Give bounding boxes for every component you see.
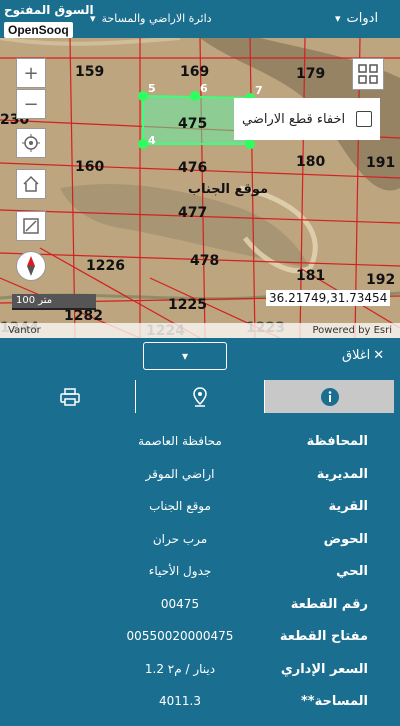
- attr-label: رقم القطعة: [290, 596, 368, 612]
- attr-value: اراضي الموقر: [145, 466, 215, 481]
- parcel-label: 169: [180, 64, 210, 80]
- attr-label: الحوض: [323, 531, 368, 547]
- hide-parcels-toggle[interactable]: اخفاء قطع الاراضي: [234, 98, 380, 140]
- tools-menu[interactable]: ▾ ادوات: [335, 11, 378, 26]
- parcel-label: 180: [296, 154, 326, 170]
- hide-parcels-label: اخفاء قطع الاراضي: [242, 111, 346, 127]
- attr-row: المديرية اراضي الموقر: [0, 459, 400, 492]
- vertex-label: 5: [148, 82, 156, 95]
- chevron-down-icon: ▾: [335, 12, 341, 25]
- attr-row: القرية موقع الجناب: [0, 491, 400, 524]
- parcel-label: 159: [75, 64, 105, 80]
- locate-button[interactable]: [16, 128, 46, 158]
- attr-label: القرية: [328, 499, 368, 514]
- attr-row: **المساحة 4011.3: [0, 686, 400, 719]
- attr-value: جدول الأحياء: [148, 564, 212, 578]
- attr-row: الحوض مرب حران: [0, 524, 400, 557]
- location-pin-icon: [193, 386, 207, 407]
- chevron-down-icon: ▾: [181, 349, 189, 363]
- parcel-label: 478: [190, 253, 220, 269]
- compass-button[interactable]: [16, 251, 46, 281]
- parcel-info-panel: ▾ اغلاق ✕ المحافظة محافظة العاصمة المديري…: [0, 338, 400, 726]
- attr-label: **المساحة: [300, 694, 368, 709]
- attr-row: مفتاح القطعة 00550020000475: [0, 621, 400, 654]
- department-menu[interactable]: ▾ دائرة الاراضي والمساحة: [90, 12, 212, 25]
- close-icon: ✕: [373, 348, 385, 363]
- attr-label: المديرية: [316, 466, 368, 482]
- print-icon: [60, 387, 81, 406]
- compass-icon: [27, 256, 35, 276]
- parcel-label: 181: [296, 268, 326, 284]
- attribution-bar: Vantor Powered by Esri: [0, 323, 400, 338]
- vertex-label: 7: [255, 84, 263, 97]
- parcel-label: 191: [366, 155, 396, 171]
- attr-row: الحي جدول الأحياء: [0, 556, 400, 589]
- plus-icon: +: [23, 62, 39, 84]
- layers-button[interactable]: [352, 58, 384, 90]
- attribution-left: Vantor: [8, 325, 41, 336]
- close-label: اغلاق: [342, 348, 371, 363]
- collapse-button[interactable]: ▾: [143, 342, 227, 370]
- top-bar: ▾ ادوات ▾ دائرة الاراضي والمساحة السوق ا…: [0, 0, 400, 38]
- parcel-label: 179: [296, 66, 326, 82]
- minus-icon: −: [23, 93, 39, 115]
- attr-value: 1.2 دينار / م٢: [144, 661, 216, 676]
- attr-label: المحافظة: [306, 434, 368, 449]
- measure-button[interactable]: [16, 211, 46, 241]
- vertex-label: 6: [200, 82, 208, 95]
- attr-row: رقم القطعة 00475: [0, 589, 400, 622]
- attr-value: محافظة العاصمة: [138, 434, 222, 448]
- info-icon: [320, 387, 339, 406]
- panel-tabs: [6, 380, 395, 413]
- tab-print[interactable]: [6, 380, 136, 413]
- close-button[interactable]: اغلاق ✕: [342, 348, 384, 363]
- watermark-logo: OpenSooq: [4, 22, 73, 38]
- measure-icon: [23, 218, 39, 234]
- tab-location[interactable]: [136, 380, 266, 413]
- parcel-label: 1226: [86, 258, 125, 274]
- scale-bar: 100 متر: [12, 294, 96, 310]
- parcel-label: 160: [75, 159, 105, 175]
- map-view[interactable]: 159 169 179 230 475 160 476 180 191 477 …: [0, 38, 400, 338]
- tab-info[interactable]: [265, 380, 395, 413]
- home-icon: [23, 175, 39, 192]
- attr-label: السعر الإداري: [280, 661, 368, 677]
- attr-value: مرب حران: [152, 531, 208, 546]
- coordinates-readout: 36.21749,31.73454: [266, 290, 391, 306]
- hide-parcels-checkbox[interactable]: [356, 111, 372, 127]
- attribution-right[interactable]: Powered by Esri: [312, 325, 392, 336]
- selected-parcel-label: 475: [178, 116, 208, 132]
- parcel-label: 1282: [64, 308, 103, 324]
- attr-row: السعر الإداري 1.2 دينار / م٢: [0, 654, 400, 687]
- watermark-arabic: السوق المفتوح: [4, 3, 94, 17]
- parcel-label: 476: [178, 160, 208, 176]
- parcel-label: 477: [178, 205, 208, 221]
- attr-row: المحافظة محافظة العاصمة: [0, 426, 400, 459]
- department-label: دائرة الاراضي والمساحة: [101, 12, 212, 25]
- home-button[interactable]: [16, 169, 46, 199]
- zoom-out-button[interactable]: −: [16, 89, 46, 119]
- grid-layers-icon: [358, 64, 378, 84]
- attr-value: موقع الجناب: [149, 499, 211, 513]
- attr-value: 00475: [160, 596, 200, 611]
- zoom-in-button[interactable]: +: [16, 58, 46, 88]
- tools-label: ادوات: [346, 11, 379, 26]
- parcel-label: 1225: [168, 297, 207, 313]
- parcel-attributes: المحافظة محافظة العاصمة المديرية اراضي الم…: [0, 426, 400, 719]
- crosshair-icon: [22, 134, 40, 152]
- attr-value: 00550020000475: [126, 629, 234, 643]
- attr-label: مفتاح القطعة: [279, 629, 368, 644]
- attr-label: الحي: [336, 564, 368, 579]
- site-name-label: موقع الجناب: [188, 182, 269, 197]
- vertex-label: 4: [148, 134, 156, 147]
- parcel-label: 192: [366, 272, 396, 288]
- attr-value: 4011.3: [159, 694, 201, 708]
